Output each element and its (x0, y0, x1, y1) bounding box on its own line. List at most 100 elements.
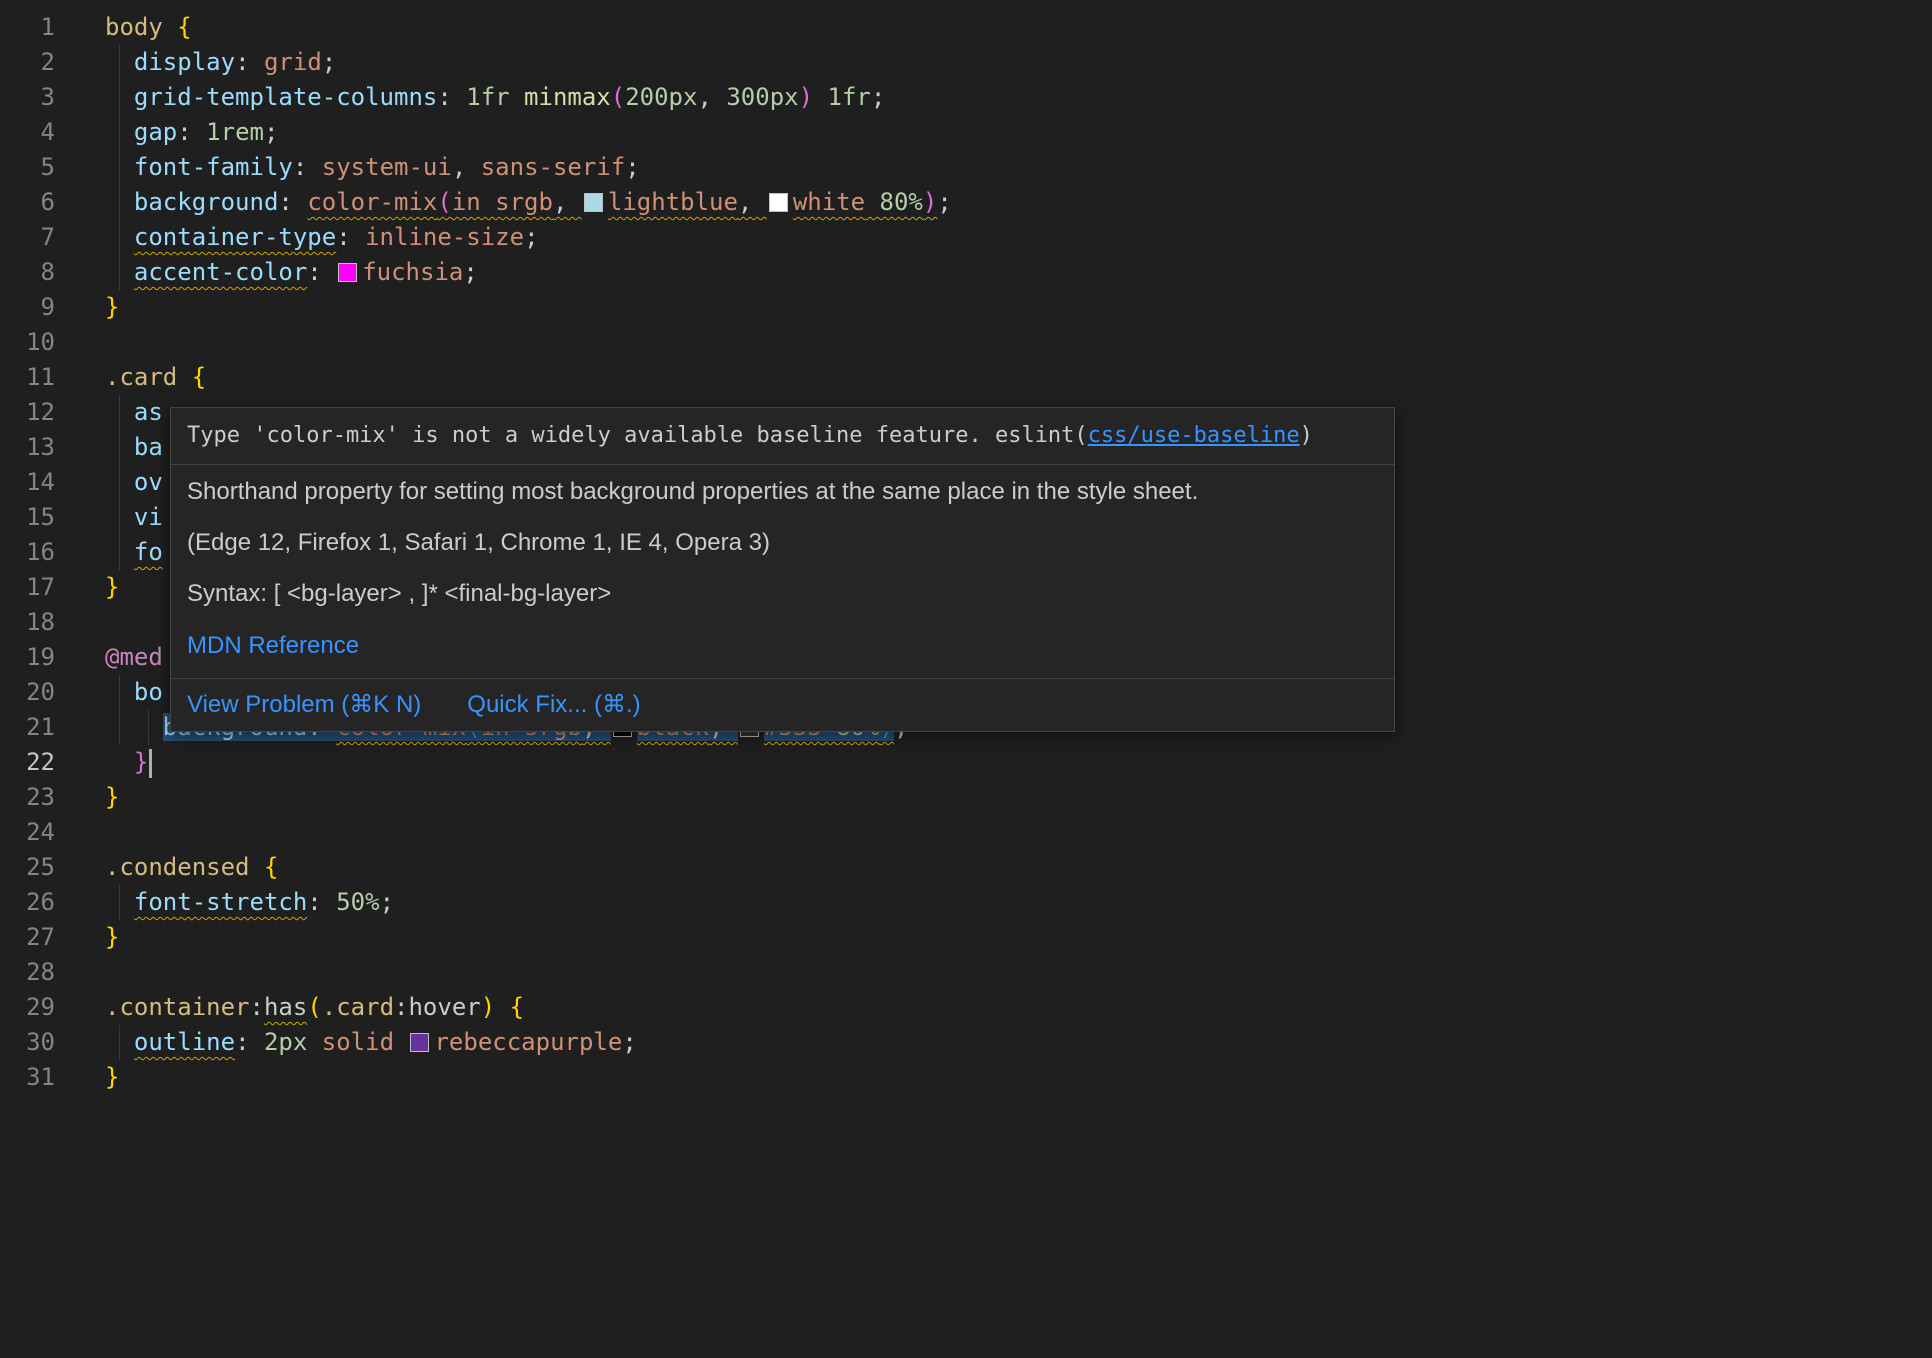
code-token: in srgb (452, 188, 553, 216)
code-token: sans-serif (481, 153, 626, 181)
code-text: fo (105, 535, 163, 570)
indent-guide (119, 675, 120, 710)
code-text: } (105, 780, 119, 815)
code-text: .card { (105, 360, 206, 395)
line-number: 4 (0, 115, 55, 150)
code-text: body { (105, 10, 192, 45)
line-number: 22 (0, 745, 55, 780)
code-token: , (553, 188, 582, 216)
indent-guide (119, 80, 120, 115)
code-line[interactable]: 25.condensed { (0, 850, 1932, 885)
line-number: 23 (0, 780, 55, 815)
indent-guide (119, 885, 120, 920)
code-token (813, 83, 827, 111)
line-number: 11 (0, 360, 55, 395)
indent-guide (148, 710, 149, 745)
hover-docs: Shorthand property for setting most back… (171, 465, 1394, 678)
code-token: ; (871, 83, 885, 111)
code-text: outline: 2px solid rebeccapurple; (105, 1025, 637, 1060)
line-number: 26 (0, 885, 55, 920)
code-line[interactable]: 9} (0, 290, 1932, 325)
color-swatch[interactable] (338, 263, 357, 282)
code-token: ) (481, 993, 495, 1021)
indent-guide (119, 1025, 120, 1060)
code-text: } (105, 920, 119, 955)
view-problem-link[interactable]: View Problem (⌘K N) (187, 691, 421, 719)
code-token: 1rem (206, 118, 264, 146)
mdn-reference-link[interactable]: MDN Reference (187, 632, 359, 660)
code-line[interactable]: 23} (0, 780, 1932, 815)
code-token: , (738, 188, 767, 216)
code-token (495, 993, 509, 1021)
line-number: 16 (0, 535, 55, 570)
line-number: 7 (0, 220, 55, 255)
code-line[interactable]: 31} (0, 1060, 1932, 1095)
code-token: fuchsia (362, 258, 463, 286)
indent-guide (119, 185, 120, 220)
code-token (865, 188, 879, 216)
code-token: { (264, 853, 278, 881)
code-text: bo (105, 675, 163, 710)
code-token: ; (264, 118, 278, 146)
code-line[interactable]: 3 grid-template-columns: 1fr minmax(200p… (0, 80, 1932, 115)
code-token: white (793, 188, 865, 216)
code-token: as (134, 398, 163, 426)
line-number: 18 (0, 605, 55, 640)
code-token: } (105, 573, 119, 601)
code-token: lightblue (608, 188, 738, 216)
code-line[interactable]: 2 display: grid; (0, 45, 1932, 80)
code-text: gap: 1rem; (105, 115, 278, 150)
code-line[interactable]: 30 outline: 2px solid rebeccapurple; (0, 1025, 1932, 1060)
line-number: 5 (0, 150, 55, 185)
code-token: .container (105, 993, 250, 1021)
code-token: ; (625, 153, 639, 181)
code-token: 200px (625, 83, 697, 111)
line-number: 25 (0, 850, 55, 885)
code-token: background (134, 188, 279, 216)
code-line[interactable]: 4 gap: 1rem; (0, 115, 1932, 150)
code-text: } (105, 290, 119, 325)
code-line[interactable]: 10 (0, 325, 1932, 360)
code-line[interactable]: 26 font-stretch: 50%; (0, 885, 1932, 920)
code-token: font-family (134, 153, 293, 181)
indent-guide (119, 45, 120, 80)
code-token: ) (923, 188, 937, 216)
code-line[interactable]: 5 font-family: system-ui, sans-serif; (0, 150, 1932, 185)
line-number: 2 (0, 45, 55, 80)
code-editor[interactable]: 1body {2 display: grid;3 grid-template-c… (0, 0, 1932, 1358)
line-number: 27 (0, 920, 55, 955)
code-token: accent-color (134, 258, 307, 286)
line-number: 14 (0, 465, 55, 500)
code-token: grid (264, 48, 322, 76)
line-number: 3 (0, 80, 55, 115)
code-line[interactable]: 6 background: color-mix(in srgb, lightbl… (0, 185, 1932, 220)
code-line[interactable]: 22 } (0, 745, 1932, 780)
color-swatch[interactable] (769, 193, 788, 212)
code-line[interactable]: 7 container-type: inline-size; (0, 220, 1932, 255)
hover-tooltip: Type 'color-mix' is not a widely availab… (170, 407, 1395, 732)
code-token (394, 1028, 408, 1056)
property-summary: Shorthand property for setting most back… (187, 477, 1378, 507)
code-line[interactable]: 8 accent-color: fuchsia; (0, 255, 1932, 290)
code-token: : (278, 188, 307, 216)
color-swatch[interactable] (584, 193, 603, 212)
line-number: 17 (0, 570, 55, 605)
syntax-line: Syntax: [ <bg-layer> , ]* <final-bg-laye… (187, 579, 1378, 609)
code-token: display (134, 48, 235, 76)
code-line[interactable]: 11 .card { (0, 360, 1932, 395)
quick-fix-link[interactable]: Quick Fix... (⌘.) (467, 691, 640, 719)
code-line[interactable]: 28 (0, 955, 1932, 990)
code-line[interactable]: 29.container:has(.card:hover) { (0, 990, 1932, 1025)
code-token: { (510, 993, 524, 1021)
line-number: 28 (0, 955, 55, 990)
code-token: .card (322, 993, 394, 1021)
code-line[interactable]: 24 (0, 815, 1932, 850)
eslint-rule-link[interactable]: css/use-baseline (1088, 423, 1300, 448)
code-line[interactable]: 1body { (0, 10, 1932, 45)
color-swatch[interactable] (410, 1033, 429, 1052)
code-token: .card (105, 363, 192, 391)
code-token: @med (105, 643, 163, 671)
code-line[interactable]: 27} (0, 920, 1932, 955)
code-token (105, 713, 163, 741)
code-token (307, 1028, 321, 1056)
